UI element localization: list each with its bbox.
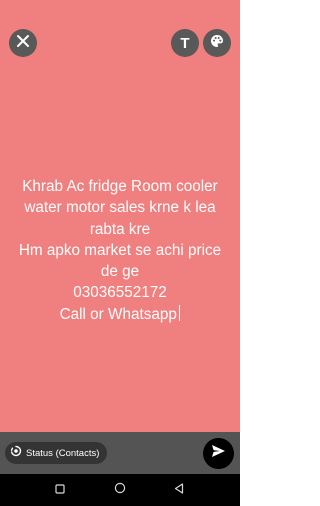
close-button[interactable]	[9, 29, 37, 57]
status-text-line: 03036552172	[73, 284, 167, 302]
status-audience-button[interactable]: Status (Contacts)	[5, 442, 108, 464]
close-icon	[16, 34, 30, 53]
status-text-line: de ge	[100, 263, 140, 281]
text-format-icon: T	[180, 34, 190, 52]
back-triangle-icon	[174, 481, 184, 499]
status-text-editor[interactable]: Khrab Ac fridge Room cooler water motor …	[8, 176, 232, 325]
system-status-bar	[0, 0, 240, 22]
status-text-line: rabta kre	[89, 220, 151, 238]
home-circle-icon	[114, 481, 126, 499]
palette-icon	[209, 33, 225, 54]
recents-button[interactable]	[53, 483, 67, 497]
recents-square-icon	[55, 481, 65, 499]
status-text-line: Hm apko market se achi price	[18, 241, 222, 259]
text-cursor	[178, 304, 181, 321]
status-text-line: water motor sales krne k lea	[24, 199, 216, 217]
background-color-button[interactable]	[203, 29, 231, 57]
status-ring-icon	[10, 444, 22, 462]
home-button[interactable]	[113, 481, 127, 499]
status-text-last-line: Call or Whatsapp	[8, 304, 232, 325]
status-audience-label: Status (Contacts)	[26, 447, 100, 459]
status-text-composer-screen: T Khrab Ac fridge Room cooler water moto…	[0, 0, 240, 506]
status-text-line: Call or Whatsapp	[59, 305, 177, 323]
send-icon	[211, 444, 226, 463]
system-navigation-bar	[0, 474, 240, 506]
text-style-button[interactable]: T	[171, 29, 199, 57]
send-button[interactable]	[203, 438, 234, 469]
back-button[interactable]	[172, 483, 186, 497]
status-text-line: Khrab Ac fridge Room cooler	[22, 178, 218, 195]
